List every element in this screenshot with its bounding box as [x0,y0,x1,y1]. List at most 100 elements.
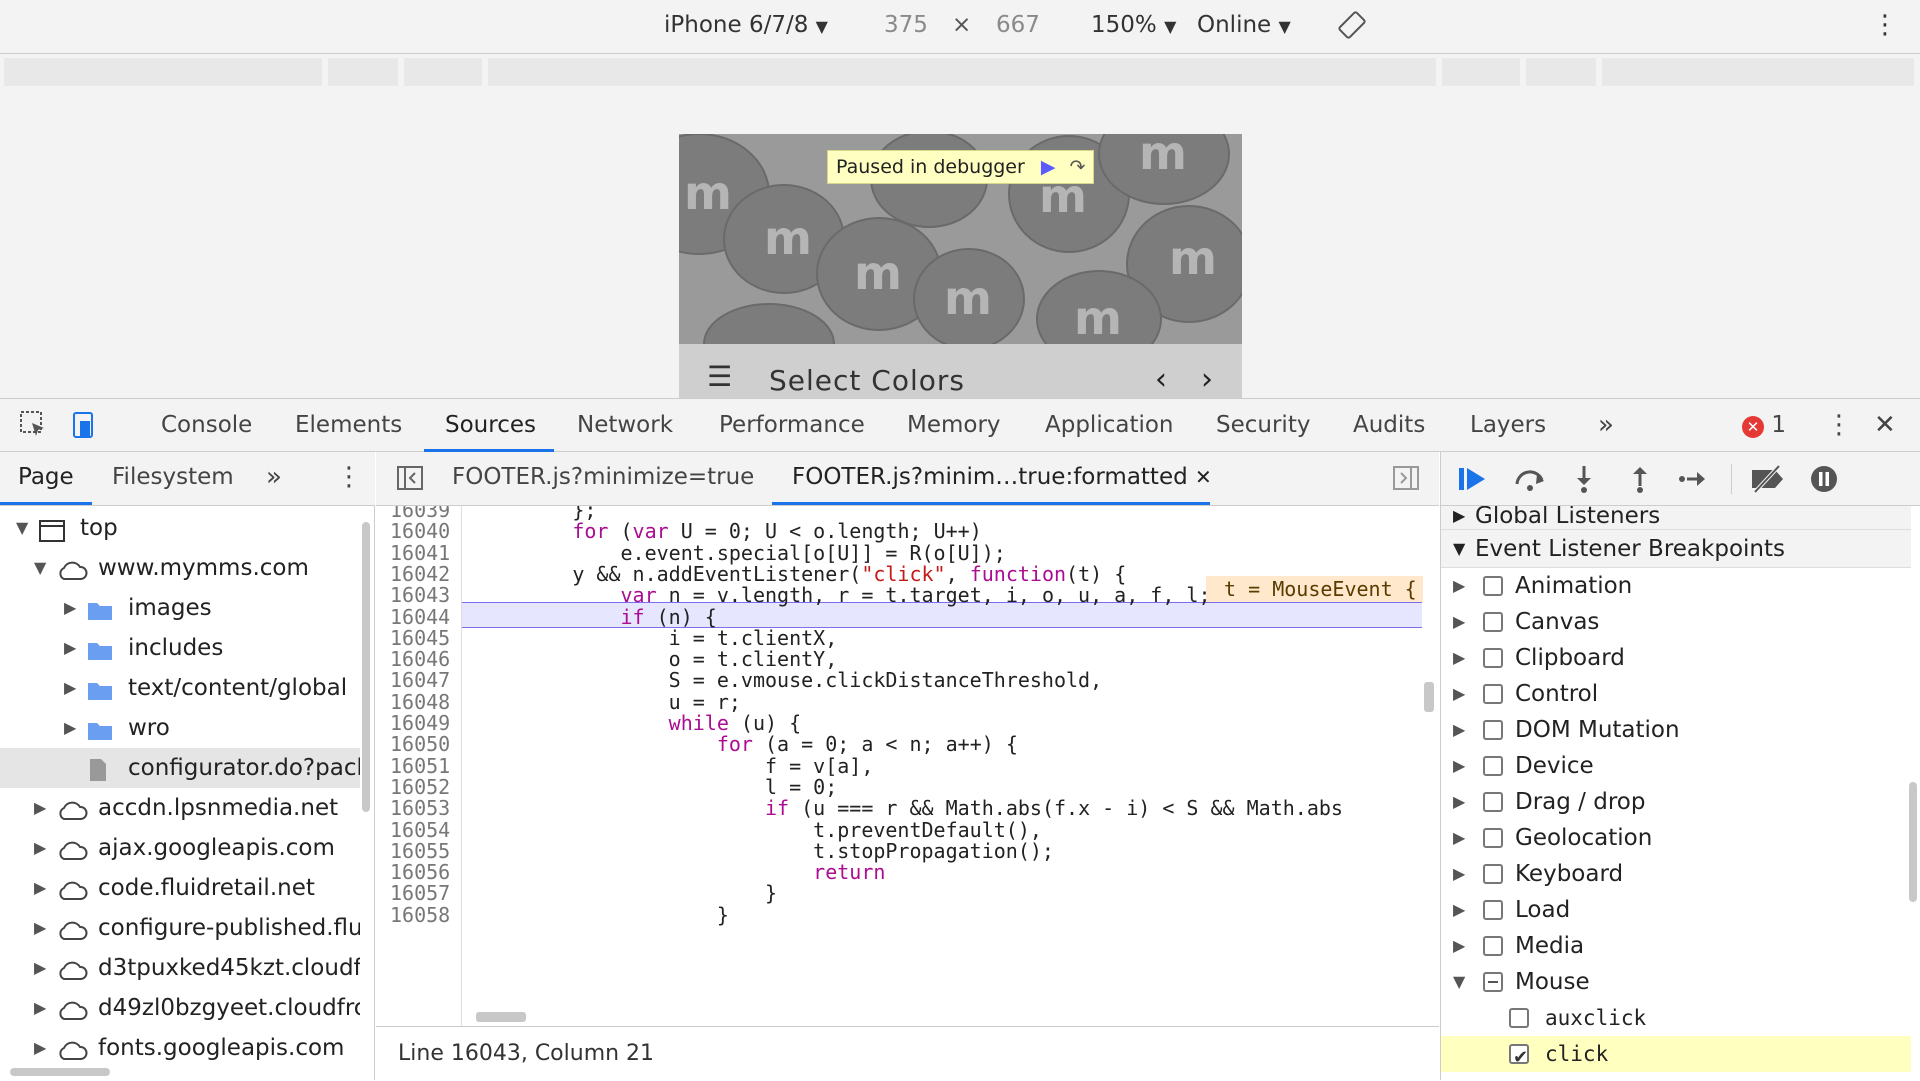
event-category-row[interactable]: ▶ Control [1441,676,1911,712]
tree-row[interactable]: ▶ wro [0,708,360,748]
event-category-row[interactable]: ▶ Keyboard [1441,856,1911,892]
hamburger-icon[interactable]: ☰ [707,362,732,392]
code-v-scrollbar[interactable] [1424,682,1434,712]
media-segment[interactable] [4,58,322,86]
expand-triangle[interactable]: ▶ [34,788,46,828]
code-line[interactable]: } [476,903,729,927]
category-checkbox[interactable] [1483,972,1503,992]
tree-row[interactable]: ▶ code.fluidretail.net [0,868,360,908]
expand-triangle[interactable]: ▶ [34,828,46,868]
throttle-select[interactable]: Online ▼ [1197,10,1291,42]
event-category-row[interactable]: ▶ Geolocation [1441,820,1911,856]
event-listener-breakpoints-section[interactable]: ▼ Event Listener Breakpoints [1441,530,1911,568]
category-checkbox[interactable] [1483,576,1503,596]
expand-triangle[interactable]: ▶ [1453,784,1465,820]
event-breakpoint-row[interactable]: auxclick [1441,1000,1911,1036]
event-breakpoint-row[interactable]: ✔ click [1441,1036,1911,1072]
tab-sources[interactable]: Sources [445,409,536,441]
expand-triangle[interactable]: ▶ [1453,712,1465,748]
expand-triangle[interactable]: ▶ [64,628,76,668]
event-category-row[interactable]: ▶ Animation [1441,568,1911,604]
inspect-element-icon[interactable] [18,409,48,448]
event-category-row[interactable]: ▶ Device [1441,748,1911,784]
deactivate-breakpoints-icon[interactable] [1749,464,1787,498]
collapse-triangle[interactable]: ▼ [16,508,28,548]
editor-tab[interactable]: FOOTER.js?minimize=true [452,464,754,490]
rotate-icon[interactable] [1337,10,1367,48]
toggle-navigator-icon[interactable] [396,464,424,498]
tree-row[interactable]: ▶ accdn.lpsnmedia.net [0,788,360,828]
pause-on-exceptions-icon[interactable] [1809,464,1839,498]
editor-tab-active[interactable]: FOOTER.js?minim…true:formatted ✕ [792,464,1212,490]
line-gutter[interactable]: 16039 16040 16041 16042 16043 16044 16045 16046… [376,506,462,1026]
event-category-row[interactable]: ▶ Canvas [1441,604,1911,640]
width-input[interactable]: 375 [884,10,928,40]
next-arrow-icon[interactable]: › [1201,362,1213,397]
step-over-icon[interactable] [1513,464,1547,498]
prev-arrow-icon[interactable]: ‹ [1155,362,1167,397]
tab-performance[interactable]: Performance [719,409,865,441]
tree-row[interactable]: ▶ ajax.googleapis.com [0,828,360,868]
tab-filesystem[interactable]: Filesystem [112,464,234,490]
category-checkbox[interactable] [1483,648,1503,668]
close-tab-icon[interactable]: ✕ [1195,465,1212,489]
expand-triangle[interactable]: ▶ [34,908,46,948]
tree-row[interactable]: ▶ text/content/global [0,668,360,708]
expand-triangle[interactable]: ▶ [1453,604,1465,640]
devtools-menu-icon[interactable]: ⋮ [1826,409,1852,441]
category-checkbox[interactable] [1483,936,1503,956]
expand-triangle[interactable]: ▶ [34,868,46,908]
media-segment[interactable] [1602,58,1914,86]
expand-triangle[interactable]: ▶ [64,588,76,628]
device-toggle-icon[interactable] [70,409,100,448]
expand-triangle[interactable]: ▶ [1453,892,1465,928]
collapse-triangle[interactable]: ▼ [1453,964,1465,1000]
tab-application[interactable]: Application [1045,409,1174,441]
category-checkbox[interactable] [1483,720,1503,740]
tree-row[interactable]: ▶ d49zl0bzgyeet.cloudfro [0,988,360,1028]
tree-row[interactable]: ▶ d3tpuxked45kzt.cloudfr [0,948,360,988]
tree-row[interactable]: ▶ configure-published.flui [0,908,360,948]
event-category-row[interactable]: ▶ Media [1441,928,1911,964]
resume-icon[interactable]: ▶ [1041,156,1056,178]
tree-row[interactable]: ▼ top [0,508,360,548]
tree-row[interactable]: ▶ fonts.googleapis.com [0,1028,360,1068]
expand-triangle[interactable]: ▶ [1453,820,1465,856]
tab-audits[interactable]: Audits [1353,409,1425,441]
expand-triangle[interactable]: ▶ [1453,748,1465,784]
more-tabs-icon[interactable]: » [1598,409,1614,441]
expand-triangle[interactable]: ▶ [64,668,76,708]
tree-row[interactable]: configurator.do?packa [0,748,360,788]
step-icon[interactable] [1677,464,1707,498]
error-indicator[interactable]: ✕ 1 [1742,409,1786,441]
event-category-row[interactable]: ▶ DOM Mutation [1441,712,1911,748]
tab-console[interactable]: Console [161,409,252,441]
event-category-row[interactable]: ▶ Clipboard [1441,640,1911,676]
category-checkbox[interactable] [1483,612,1503,632]
media-segment[interactable] [1442,58,1520,86]
expand-triangle[interactable]: ▶ [34,1028,46,1068]
event-category-row[interactable]: ▼ Mouse [1441,964,1911,1000]
collapse-triangle[interactable]: ▼ [34,548,46,588]
category-checkbox[interactable] [1483,864,1503,884]
tab-security[interactable]: Security [1216,409,1310,441]
global-listeners-section[interactable]: ▶ Global Listeners [1441,506,1911,530]
category-checkbox[interactable] [1483,900,1503,920]
step-out-icon[interactable] [1627,464,1653,498]
navigator-menu-icon[interactable]: ⋮ [336,462,362,492]
right-scrollbar[interactable] [1909,782,1917,902]
event-category-row[interactable]: ▶ Load [1441,892,1911,928]
tree-row[interactable]: ▼ www.mymms.com [0,548,360,588]
code-area[interactable]: 16039 16040 16041 16042 16043 16044 16045 16046… [376,506,1439,1026]
tab-layers[interactable]: Layers [1470,409,1546,441]
tab-network[interactable]: Network [577,409,673,441]
line-number[interactable]: 16058 [390,903,450,927]
zoom-select[interactable]: 150% ▼ [1091,10,1176,42]
more-nav-tabs-icon[interactable]: » [266,462,282,492]
media-segment[interactable] [328,58,398,86]
category-checkbox[interactable] [1483,828,1503,848]
expand-triangle[interactable]: ▶ [1453,568,1465,604]
media-segment[interactable] [404,58,482,86]
tab-elements[interactable]: Elements [295,409,402,441]
category-checkbox[interactable] [1483,684,1503,704]
